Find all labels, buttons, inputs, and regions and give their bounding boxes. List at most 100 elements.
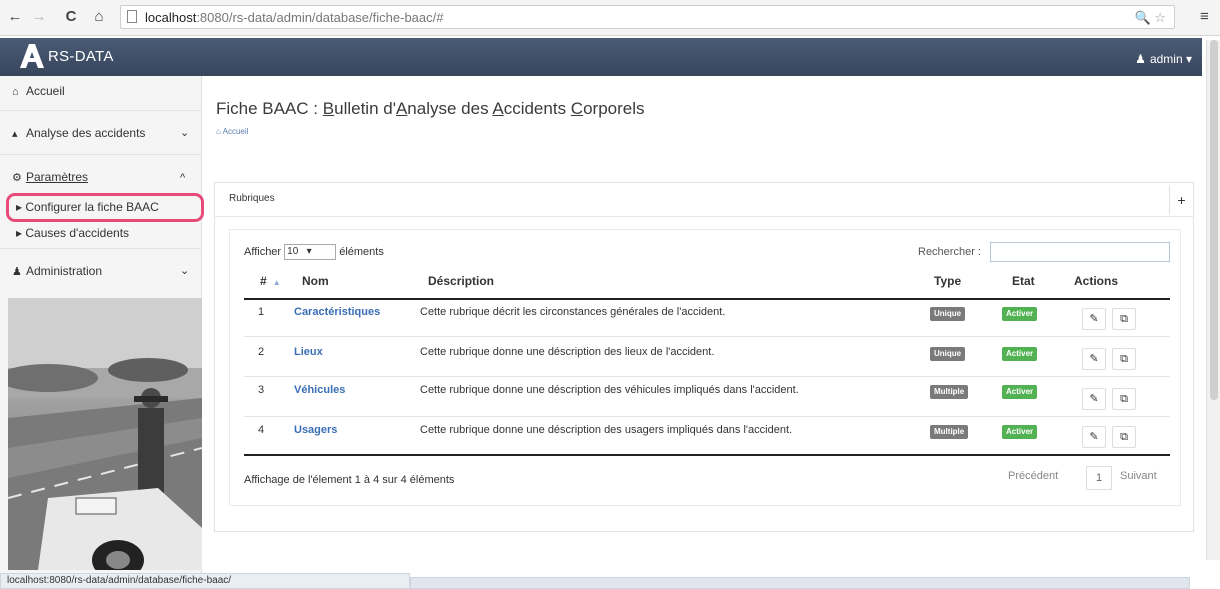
edit-button[interactable]: ✎ — [1082, 426, 1106, 448]
chevron-up-icon[interactable]: ^ — [180, 172, 185, 184]
rubrique-name-link[interactable]: Usagers — [294, 424, 337, 436]
sidebar-item-label: Administration — [26, 264, 103, 278]
edit-icon: ✎ — [1089, 393, 1099, 405]
brand-name[interactable]: RS-DATA — [48, 48, 114, 65]
rubrique-description: Cette rubrique décrit les circonstances … — [420, 306, 726, 318]
add-button[interactable]: + — [1169, 185, 1193, 215]
table-row-divider — [244, 416, 1170, 417]
reload-button[interactable]: C — [62, 8, 80, 26]
type-badge: Multiple — [930, 425, 969, 439]
user-icon: ♟ — [1135, 52, 1146, 66]
road-scene-image — [8, 298, 202, 570]
sidebar-photo — [8, 298, 202, 570]
home-icon: ⌂ — [12, 86, 19, 98]
rubrique-name-link[interactable]: Caractéristiques — [294, 306, 380, 318]
copy-button[interactable]: ⧉ — [1112, 308, 1136, 330]
sidebar-divider — [0, 154, 202, 155]
column-header-num[interactable]: # ▲ — [260, 274, 281, 288]
rubrique-description: Cette rubrique donne une déscription des… — [420, 424, 793, 436]
sidebar-item-label: Paramètres — [26, 170, 89, 184]
rubrique-name-link[interactable]: Lieux — [294, 346, 323, 358]
sidebar-item-parametres[interactable]: ⚙ Paramètres — [12, 170, 88, 184]
length-control: Afficher 10 ▾ éléments — [244, 244, 384, 260]
edit-icon: ✎ — [1089, 431, 1099, 443]
table-row-divider — [244, 376, 1170, 377]
state-badge[interactable]: Activer — [1002, 385, 1038, 399]
table-footer-border — [244, 454, 1170, 456]
state-badge[interactable]: Activer — [1002, 425, 1038, 439]
panel-header: Rubriques + — [215, 183, 1193, 217]
breadcrumb-home-link[interactable]: Accueil — [223, 127, 249, 136]
page-title: Fiche BAAC : Bulletin d'Analyse des Acci… — [216, 99, 645, 118]
copy-button[interactable]: ⧉ — [1112, 426, 1136, 448]
copy-button[interactable]: ⧉ — [1112, 348, 1136, 370]
column-header-description[interactable]: Déscription — [428, 274, 494, 288]
edit-button[interactable]: ✎ — [1082, 348, 1106, 370]
annotation-highlight — [6, 193, 204, 222]
home-button[interactable]: ⌂ — [90, 8, 108, 26]
address-bar[interactable]: localhost:8080/rs-data/admin/database/fi… — [120, 5, 1175, 29]
sort-asc-icon: ▲ — [272, 278, 281, 287]
sidebar-subitem-label: Causes d'accidents — [25, 226, 130, 240]
sidebar-item-analyse[interactable]: ▴ Analyse des accidents — [12, 126, 145, 140]
sidebar-item-label: Accueil — [26, 84, 65, 98]
table-row-divider — [244, 336, 1170, 337]
column-header-nom[interactable]: Nom — [302, 274, 329, 288]
breadcrumb[interactable]: ⌂ Accueil — [216, 127, 248, 136]
row-number: 1 — [258, 306, 265, 318]
caret-right-icon: ▸ — [16, 226, 26, 240]
column-header-etat[interactable]: Etat — [1012, 274, 1035, 288]
sidebar-item-administration[interactable]: ♟ Administration — [12, 264, 102, 278]
forward-button[interactable]: → — [30, 8, 48, 26]
users-icon: ♟ — [12, 266, 22, 278]
browser-toolbar: ← → C ⌂ localhost:8080/rs-data/admin/dat… — [0, 0, 1220, 36]
horizontal-scrollbar[interactable] — [410, 577, 1190, 589]
scrollbar-thumb[interactable] — [1210, 40, 1218, 400]
browser-menu-icon[interactable]: ≡ — [1200, 8, 1209, 25]
user-name: admin — [1149, 52, 1183, 66]
chevron-down-icon[interactable]: ⌄ — [180, 126, 189, 139]
caret-down-icon: ▾ — [1185, 52, 1192, 66]
url-text: localhost:8080/rs-data/admin/database/fi… — [145, 10, 444, 25]
table-info: Affichage de l'élement 1 à 4 sur 4 éléme… — [244, 474, 455, 486]
datatable-wrapper: Afficher 10 ▾ éléments Rechercher : # ▲ N… — [229, 229, 1181, 506]
rubrique-description: Cette rubrique donne une déscription des… — [420, 384, 799, 396]
sidebar-item-accueil[interactable]: ⌂ Accueil — [12, 84, 65, 98]
pagination-next[interactable]: Suivant — [1120, 470, 1157, 482]
sidebar-item-label: Analyse des accidents — [26, 126, 146, 140]
row-number: 3 — [258, 384, 265, 396]
pagination-previous[interactable]: Précédent — [1008, 470, 1058, 482]
vertical-scrollbar[interactable] — [1206, 40, 1220, 560]
back-button[interactable]: ← — [6, 8, 24, 26]
chart-icon: ▴ — [12, 128, 18, 140]
edit-icon: ✎ — [1089, 353, 1099, 365]
column-header-actions: Actions — [1074, 274, 1119, 288]
app-navbar: RS-DATA ♟ admin ▾ — [0, 38, 1202, 76]
chevron-down-icon[interactable]: ⌄ — [180, 264, 189, 277]
copy-button[interactable]: ⧉ — [1112, 388, 1136, 410]
edit-button[interactable]: ✎ — [1082, 308, 1106, 330]
type-badge: Unique — [930, 347, 966, 361]
sidebar-subitem-causes[interactable]: ▸ Causes d'accidents — [16, 226, 129, 240]
zoom-star-icons[interactable]: 🔍 ☆ — [1135, 10, 1166, 26]
cogs-icon: ⚙ — [12, 172, 22, 184]
panel-title: Rubriques — [229, 193, 275, 204]
column-header-type[interactable]: Type — [934, 274, 961, 288]
copy-icon: ⧉ — [1120, 353, 1128, 365]
sidebar-divider — [0, 248, 202, 249]
copy-icon: ⧉ — [1120, 431, 1128, 443]
rubrique-name-link[interactable]: Véhicules — [294, 384, 345, 396]
table-header-border — [244, 298, 1170, 300]
state-badge[interactable]: Activer — [1002, 347, 1038, 361]
user-menu[interactable]: ♟ admin ▾ — [1135, 52, 1192, 66]
edit-icon: ✎ — [1089, 313, 1099, 325]
edit-button[interactable]: ✎ — [1082, 388, 1106, 410]
state-badge[interactable]: Activer — [1002, 307, 1038, 321]
pagination-current-page[interactable]: 1 — [1086, 466, 1112, 490]
type-badge: Unique — [930, 307, 966, 321]
page-icon — [127, 10, 137, 23]
rubriques-panel: Rubriques + Afficher 10 ▾ éléments Reche… — [214, 182, 1194, 532]
page-length-select[interactable]: 10 ▾ — [284, 244, 337, 260]
search-input[interactable] — [990, 242, 1170, 262]
sidebar-divider — [0, 110, 202, 111]
